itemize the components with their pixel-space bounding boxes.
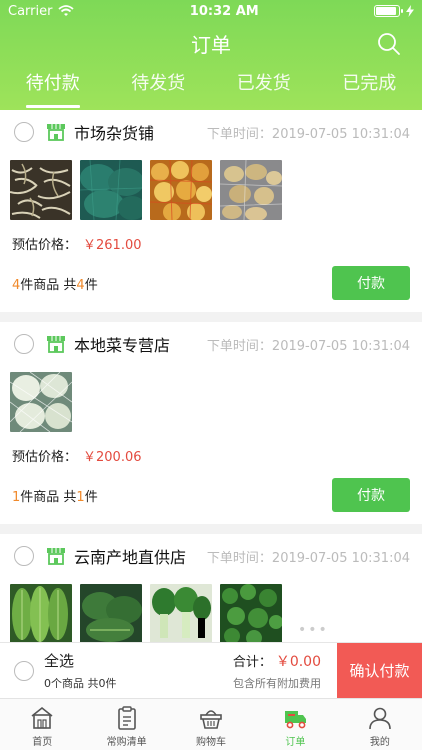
tabbar-item-orders[interactable]: 订单: [253, 699, 337, 750]
product-image[interactable]: [10, 160, 72, 220]
tabbar-item-me[interactable]: 我的: [338, 699, 422, 750]
total-label: 合计：: [232, 654, 272, 670]
product-thumbnails[interactable]: [0, 366, 422, 432]
tabbar-item-list[interactable]: 常购清单: [84, 699, 168, 750]
order-list[interactable]: 市场杂货铺 下单时间：2019-07-05 10:31:04 预估价格： ￥26…: [0, 110, 422, 642]
tabbar-label: 我的: [369, 737, 390, 748]
kinds-suffix: 件商品 共: [20, 489, 77, 505]
truck-icon: [285, 711, 307, 729]
tab-pending-shipment[interactable]: 待发货: [106, 64, 212, 110]
clock: 10:32 AM: [189, 3, 259, 19]
item-count: 1件商品 共1件: [12, 486, 98, 505]
order-time: 下单时间：2019-07-05 10:31:04: [206, 126, 410, 142]
confirm-payment-button[interactable]: 确认付款: [337, 642, 422, 699]
selected-count: 0个商品 共0件: [44, 677, 117, 690]
checkout-bar: 全选 0个商品 共0件 合计： ￥0.00 包含所有附加费用 确认付款: [0, 642, 422, 699]
shop-icon: [47, 336, 65, 353]
price-value: ￥200.06: [83, 450, 142, 465]
product-image[interactable]: [220, 160, 282, 220]
order-time: 下单时间：2019-07-05 10:31:04: [206, 338, 410, 354]
product-image[interactable]: [80, 160, 142, 220]
price-label: 预估价格：: [12, 450, 78, 465]
tabbar-label: 首页: [32, 737, 53, 748]
tabbar-label: 订单: [285, 737, 306, 748]
product-image[interactable]: [10, 372, 72, 432]
list-icon: [117, 706, 136, 730]
product-image[interactable]: [220, 584, 282, 642]
header: Carrier 10:32 AM 订单 待付款 待发货 已发货 已完成: [0, 0, 422, 110]
shop-name[interactable]: 本地菜专营店: [74, 332, 170, 356]
total-note: 包含所有附加费用: [233, 676, 321, 690]
estimated-price: 预估价格： ￥261.00: [0, 220, 422, 254]
product-thumbnails[interactable]: [0, 578, 422, 642]
total-amount: ￥0.00: [275, 653, 321, 670]
tabbar-item-home[interactable]: 首页: [0, 699, 84, 750]
tab-shipped[interactable]: 已发货: [211, 64, 317, 110]
product-image[interactable]: [150, 584, 212, 642]
kinds-suffix: 件商品 共: [20, 277, 77, 293]
item-count: 4件商品 共4件: [12, 274, 98, 293]
product-image[interactable]: [10, 584, 72, 642]
total-suffix: 件: [84, 489, 98, 505]
order-select-radio[interactable]: [14, 122, 34, 142]
shop-icon: [47, 548, 65, 565]
search-icon[interactable]: [376, 31, 402, 57]
carrier-label: Carrier: [8, 3, 53, 19]
order-card: 云南产地直供店 下单时间：2019-07-05 10:31:04: [0, 534, 422, 642]
tab-pending-payment[interactable]: 待付款: [0, 64, 106, 110]
item-total: 4: [76, 277, 85, 293]
charging-icon: [406, 5, 414, 17]
product-thumbnails[interactable]: [0, 154, 422, 220]
basket-icon: [200, 710, 222, 729]
order-card: 本地菜专营店 下单时间：2019-07-05 10:31:04 预估价格： ￥20…: [0, 322, 422, 524]
order-card: 市场杂货铺 下单时间：2019-07-05 10:31:04 预估价格： ￥26…: [0, 110, 422, 312]
order-select-radio[interactable]: [14, 546, 34, 566]
tabbar-label: 购物车: [196, 737, 227, 748]
order-select-radio[interactable]: [14, 334, 34, 354]
estimated-price: 预估价格： ￥200.06: [0, 432, 422, 466]
order-status-tabs: 待付款 待发货 已发货 已完成: [0, 64, 422, 110]
select-all-label[interactable]: 全选: [44, 650, 117, 671]
order-time: 下单时间：2019-07-05 10:31:04: [206, 550, 410, 566]
page-title: 订单: [191, 32, 231, 57]
status-bar: Carrier 10:32 AM: [0, 0, 422, 22]
item-total: 1: [76, 489, 85, 505]
tab-completed[interactable]: 已完成: [317, 64, 422, 110]
more-dots-icon: •••: [298, 622, 329, 638]
home-icon: [31, 706, 53, 729]
price-value: ￥261.00: [83, 238, 142, 253]
pay-button[interactable]: 付款: [332, 478, 410, 512]
price-label: 预估价格：: [12, 238, 78, 253]
tabbar-item-cart[interactable]: 购物车: [169, 699, 253, 750]
shop-name[interactable]: 市场杂货铺: [74, 120, 154, 144]
product-image[interactable]: [80, 584, 142, 642]
product-image[interactable]: [150, 160, 212, 220]
shop-name[interactable]: 云南产地直供店: [74, 544, 186, 568]
tab-bar: 首页 常购清单 购物车 订单 我的: [0, 698, 422, 750]
user-icon: [369, 707, 391, 730]
battery-icon: [374, 5, 403, 17]
wifi-icon: [58, 5, 75, 16]
shop-icon: [47, 124, 65, 141]
select-all-radio[interactable]: [14, 660, 34, 681]
tabbar-label: 常购清单: [106, 737, 147, 748]
total-suffix: 件: [84, 277, 98, 293]
pay-button[interactable]: 付款: [332, 266, 410, 300]
